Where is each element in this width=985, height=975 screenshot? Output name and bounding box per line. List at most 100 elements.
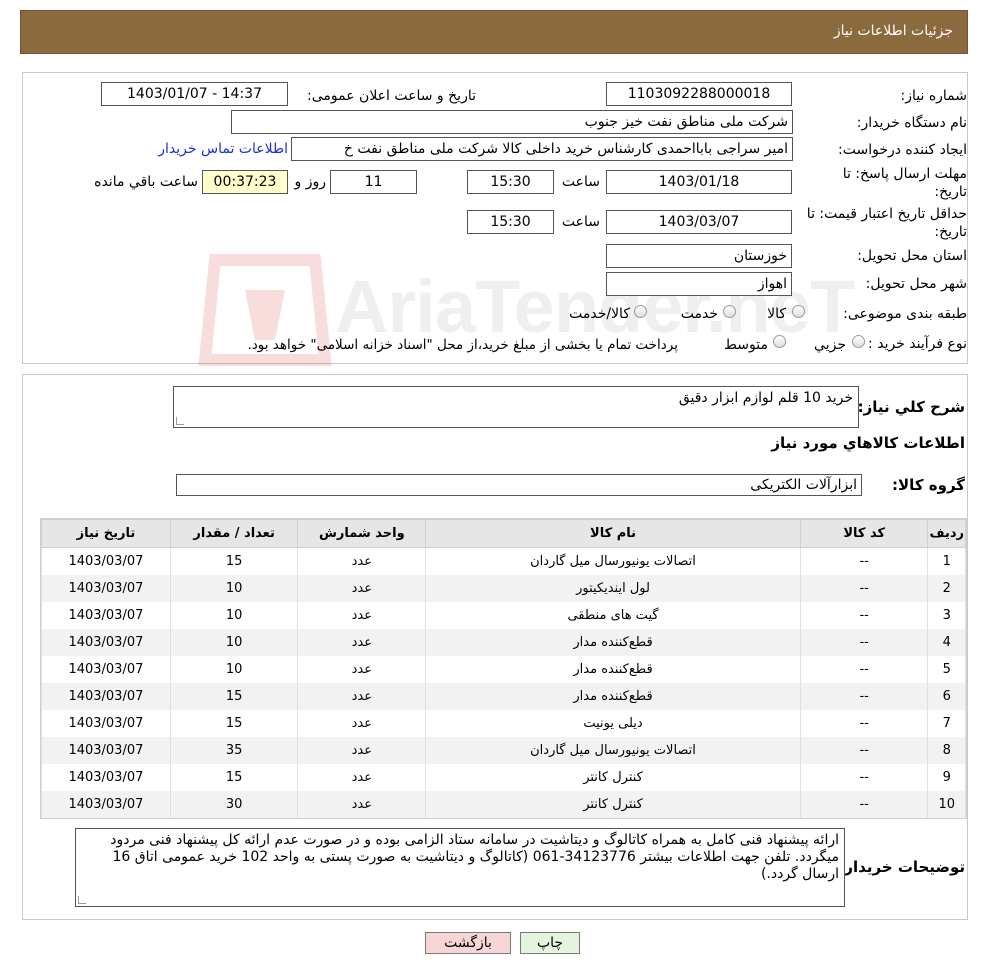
cell-row-number: 1 bbox=[927, 547, 966, 575]
price-validity-date-field[interactable]: 1403/03/07 bbox=[606, 210, 792, 234]
process-radio-minor[interactable] bbox=[852, 335, 865, 348]
cell-quantity: 35 bbox=[169, 736, 299, 764]
category-option-service: خدمت bbox=[680, 306, 718, 322]
announce-date-label: تاریخ و ساعت اعلان عمومی: bbox=[307, 88, 476, 104]
process-radio-medium[interactable] bbox=[773, 335, 786, 348]
price-validity-time-label: ساعت bbox=[561, 214, 600, 230]
buyer-notes-textarea[interactable]: ارائه پیشنهاد فنی کامل به همراه کاتالوگ … bbox=[75, 828, 845, 907]
cell-name: اتصالات یونیورسال میل گاردان bbox=[425, 736, 801, 764]
category-option-goods-service: کالا/خدمت bbox=[569, 306, 630, 322]
table-row: 6 -- قطع‌کننده مدار عدد 15 1403/03/07 bbox=[41, 682, 966, 710]
goods-group-field[interactable]: ابزارآلات الکتریکی bbox=[176, 474, 862, 496]
process-option-medium: متوسط bbox=[724, 337, 768, 353]
category-radio-service[interactable] bbox=[723, 305, 736, 318]
items-table: رديف کد کالا نام کالا واحد شمارش تعداد /… bbox=[41, 519, 966, 818]
cell-date: 1403/03/07 bbox=[41, 547, 171, 575]
items-table-wrapper: رديف کد کالا نام کالا واحد شمارش تعداد /… bbox=[40, 518, 967, 819]
cell-code: -- bbox=[799, 790, 929, 818]
announce-date-field[interactable]: 1403/01/07 - 14:37 bbox=[101, 82, 288, 106]
print-button[interactable]: چاپ bbox=[520, 932, 580, 954]
cell-quantity: 10 bbox=[169, 628, 299, 656]
creator-label: ایجاد کننده درخواست: bbox=[838, 142, 967, 158]
city-label: شهر محل تحویل: bbox=[865, 276, 967, 292]
cell-row-number: 8 bbox=[927, 736, 966, 764]
buyer-notes-label: توضیحات خریدار: bbox=[838, 858, 965, 876]
buyer-contact-link[interactable]: اطلاعات تماس خریدار bbox=[156, 141, 288, 157]
days-remaining-field[interactable]: 11 bbox=[330, 170, 417, 194]
goods-group-label: گروه کالا: bbox=[892, 476, 965, 494]
cell-code: -- bbox=[799, 736, 929, 764]
cell-unit: عدد bbox=[297, 601, 427, 629]
creator-field[interactable]: امیر سراجی بابااحمدی کارشناس خرید داخلی … bbox=[291, 137, 793, 161]
cell-row-number: 3 bbox=[927, 601, 966, 629]
category-radio-goods[interactable] bbox=[792, 305, 805, 318]
table-row: 2 -- لول اینديکیتور عدد 10 1403/03/07 bbox=[41, 574, 966, 602]
deadline-label-date: تاریخ: bbox=[934, 184, 967, 200]
cell-quantity: 10 bbox=[169, 601, 299, 629]
table-header-row: رديف کد کالا نام کالا واحد شمارش تعداد /… bbox=[41, 519, 966, 548]
col-header-unit: واحد شمارش bbox=[297, 519, 427, 548]
need-number-label: شماره نیاز: bbox=[900, 88, 968, 104]
col-header-quantity: تعداد / مقدار bbox=[169, 519, 299, 548]
cell-row-number: 10 bbox=[927, 790, 966, 818]
col-header-date: تاریخ نیاز bbox=[41, 519, 171, 548]
table-row: 4 -- قطع‌کننده مدار عدد 10 1403/03/07 bbox=[41, 628, 966, 656]
table-body: 1 -- اتصالات یونیورسال میل گاردان عدد 15 1403… bbox=[41, 547, 966, 818]
resize-grip-icon[interactable] bbox=[78, 896, 86, 904]
cell-date: 1403/03/07 bbox=[41, 682, 171, 710]
need-number-field[interactable]: 1103092288000018 bbox=[606, 82, 792, 106]
table-row: 8 -- اتصالات یونیورسال میل گاردان عدد 35 1403… bbox=[41, 736, 966, 764]
cell-name: اتصالات یونیورسال میل گاردان bbox=[425, 547, 801, 575]
deadline-label: مهلت ارسال پاسخ: تا bbox=[842, 166, 967, 182]
buyer-org-label: نام دستگاه خریدار: bbox=[856, 115, 967, 131]
price-validity-time-field[interactable]: 15:30 bbox=[467, 210, 554, 234]
cell-name: گیت های منطقی bbox=[425, 601, 801, 629]
remaining-time-field[interactable]: 00:37:23 bbox=[202, 170, 288, 194]
process-note: پرداخت تمام یا بخشی از مبلغ خرید،از محل … bbox=[247, 337, 678, 353]
cell-date: 1403/03/07 bbox=[41, 574, 171, 602]
summary-label: شرح کلي نياز: bbox=[857, 398, 965, 416]
province-field[interactable]: خوزستان bbox=[606, 244, 792, 268]
cell-date: 1403/03/07 bbox=[41, 655, 171, 683]
buyer-org-field[interactable]: شرکت ملی مناطق نفت خیز جنوب bbox=[231, 110, 793, 134]
summary-text: خرید 10 قلم لوازم ابزار دقیق bbox=[678, 390, 853, 406]
deadline-date-field[interactable]: 1403/01/18 bbox=[606, 170, 792, 194]
cell-unit: عدد bbox=[297, 547, 427, 575]
deadline-time-label: ساعت bbox=[561, 174, 600, 190]
deadline-time-field[interactable]: 15:30 bbox=[467, 170, 554, 194]
cell-code: -- bbox=[799, 682, 929, 710]
summary-textarea[interactable]: خرید 10 قلم لوازم ابزار دقیق bbox=[173, 386, 859, 428]
cell-date: 1403/03/07 bbox=[41, 790, 171, 818]
city-field[interactable]: اهواز bbox=[606, 272, 792, 296]
col-header-name: نام کالا bbox=[425, 519, 801, 548]
cell-code: -- bbox=[799, 574, 929, 602]
table-row: 9 -- کنترل کانتر عدد 15 1403/03/07 bbox=[41, 763, 966, 791]
cell-unit: عدد bbox=[297, 655, 427, 683]
process-type-label: نوع فرآیند خرید : bbox=[868, 336, 967, 352]
cell-row-number: 9 bbox=[927, 763, 966, 791]
cell-unit: عدد bbox=[297, 709, 427, 737]
cell-date: 1403/03/07 bbox=[41, 601, 171, 629]
cell-name: قطع‌کننده مدار bbox=[425, 682, 801, 710]
table-row: 3 -- گیت های منطقی عدد 10 1403/03/07 bbox=[41, 601, 966, 629]
cell-quantity: 15 bbox=[169, 547, 299, 575]
back-button[interactable]: بازگشت bbox=[425, 932, 511, 954]
cell-date: 1403/03/07 bbox=[41, 628, 171, 656]
cell-unit: عدد bbox=[297, 682, 427, 710]
category-option-goods: کالا bbox=[767, 306, 786, 322]
cell-quantity: 15 bbox=[169, 763, 299, 791]
cell-quantity: 10 bbox=[169, 574, 299, 602]
col-header-row-number: رديف bbox=[927, 519, 966, 548]
cell-unit: عدد bbox=[297, 736, 427, 764]
cell-name: دیلی یونیت bbox=[425, 709, 801, 737]
cell-name: قطع‌کننده مدار bbox=[425, 628, 801, 656]
cell-row-number: 2 bbox=[927, 574, 966, 602]
resize-grip-icon[interactable] bbox=[176, 417, 184, 425]
page-header: جزئیات اطلاعات نیاز bbox=[20, 10, 968, 54]
cell-name: کنترل کانتر bbox=[425, 763, 801, 791]
category-radio-goods-service[interactable] bbox=[634, 305, 647, 318]
cell-code: -- bbox=[799, 628, 929, 656]
cell-name: کنترل کانتر bbox=[425, 790, 801, 818]
cell-quantity: 10 bbox=[169, 655, 299, 683]
cell-code: -- bbox=[799, 601, 929, 629]
